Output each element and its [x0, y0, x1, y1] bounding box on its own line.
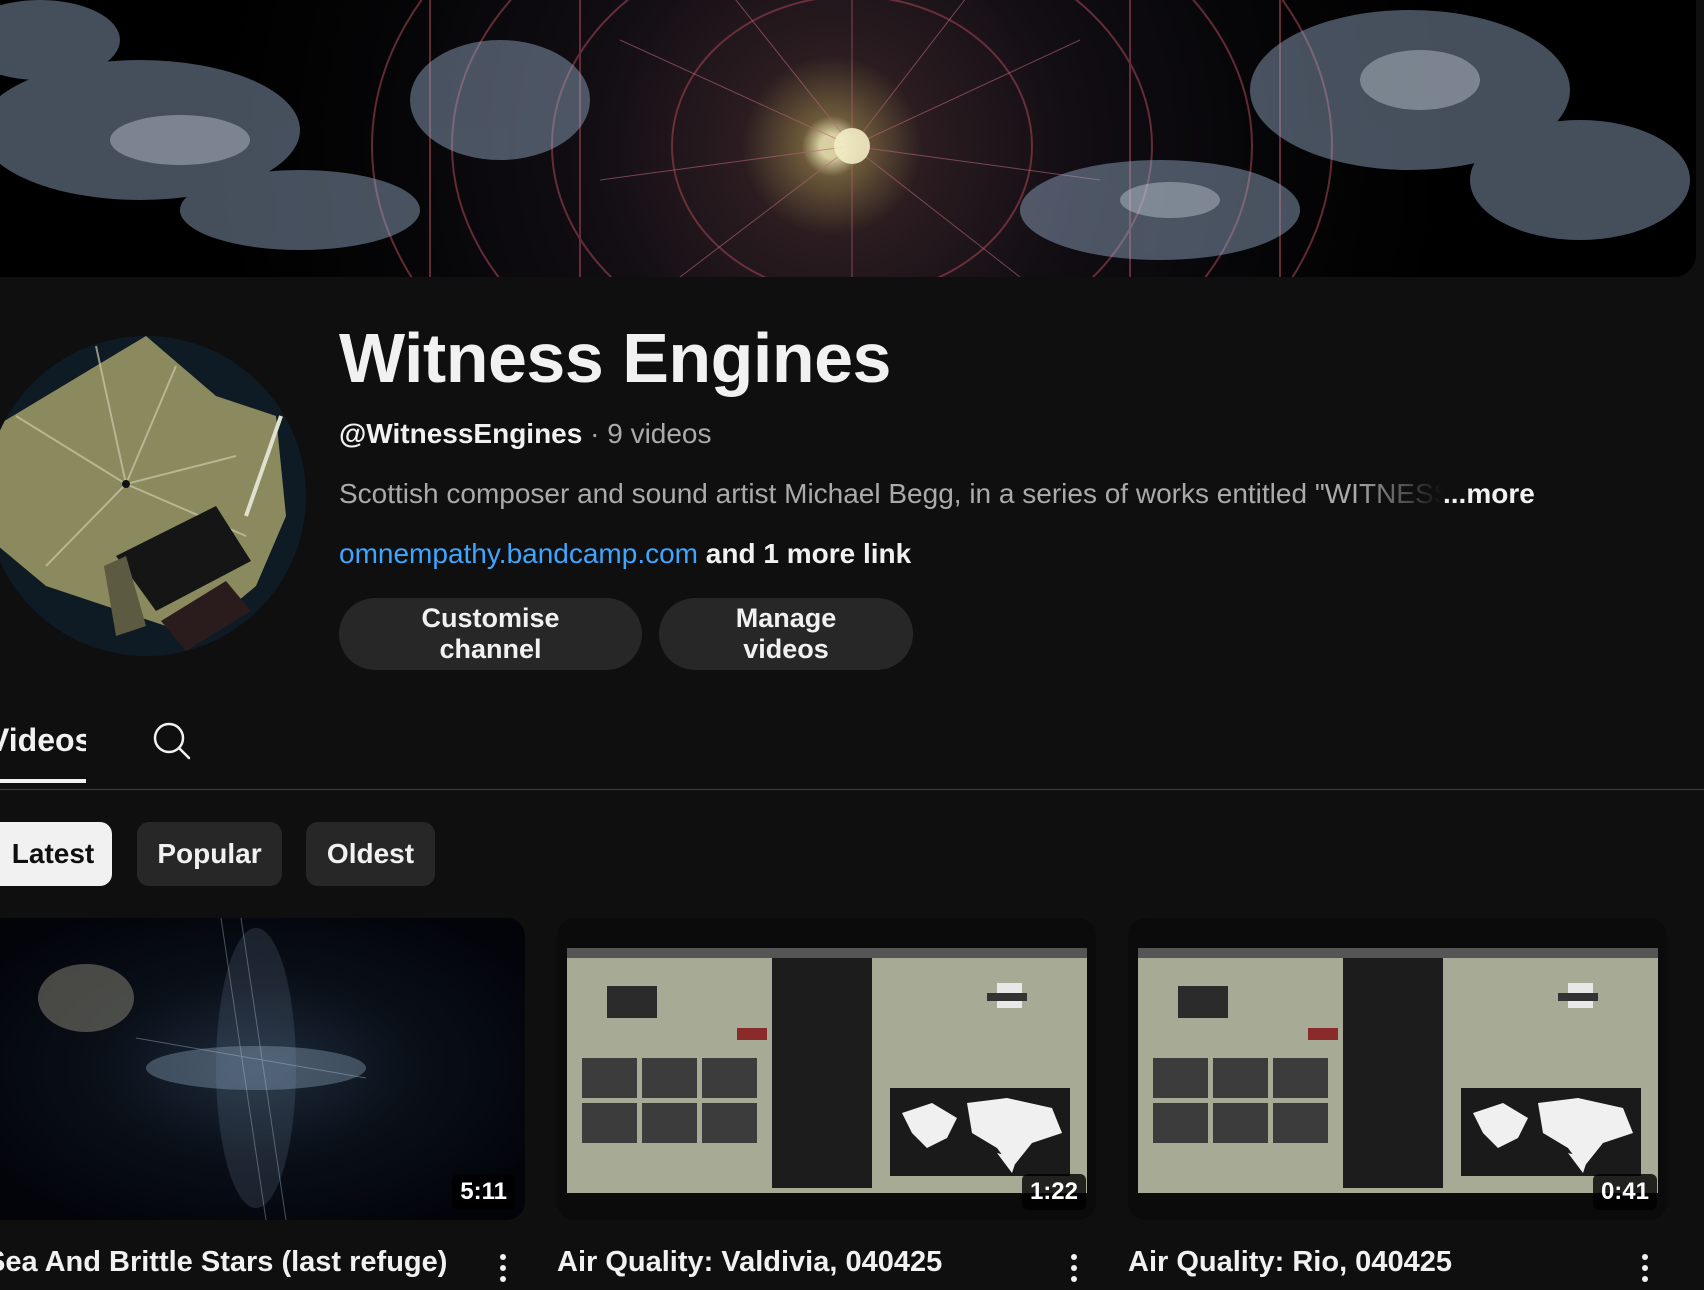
- sort-chip-popular[interactable]: Popular: [137, 822, 282, 886]
- more-links-button[interactable]: and 1 more link: [698, 538, 911, 569]
- video-title[interactable]: Air Quality: Valdivia, 040425: [557, 1246, 1027, 1279]
- tab-videos[interactable]: Videos: [0, 722, 86, 783]
- thumbnail-image: [567, 948, 1087, 1193]
- video-card[interactable]: 5:11 Sea And Brittle Stars (last refuge): [0, 918, 525, 1282]
- video-duration: 0:41: [1592, 1174, 1657, 1210]
- video-thumbnail[interactable]: 1:22: [557, 918, 1096, 1220]
- channel-name: Witness Engines: [339, 319, 892, 397]
- banner-art: [0, 0, 1690, 277]
- customise-channel-button[interactable]: Customise channel: [339, 598, 642, 670]
- video-card[interactable]: 0:41 Air Quality: Rio, 040425: [1128, 918, 1667, 1282]
- description-more-link[interactable]: ...more: [1443, 478, 1535, 509]
- video-card[interactable]: 1:22 Air Quality: Valdivia, 040425: [557, 918, 1096, 1282]
- video-title[interactable]: Air Quality: Rio, 040425: [1128, 1246, 1598, 1279]
- meta-separator: ·: [582, 418, 608, 449]
- avatar-image: [0, 336, 306, 656]
- sort-chip-latest[interactable]: Latest: [0, 822, 112, 886]
- video-duration: 1:22: [1021, 1174, 1086, 1210]
- thumbnail-image: [1138, 948, 1658, 1193]
- channel-description[interactable]: Scottish composer and sound artist Micha…: [339, 478, 1443, 510]
- channel-links: omnempathy.bandcamp.com and 1 more link: [339, 538, 911, 570]
- channel-banner: [0, 0, 1696, 277]
- video-thumbnail[interactable]: 5:11: [0, 918, 525, 1220]
- thumbnail-image: [38, 918, 367, 1220]
- channel-handle: @WitnessEngines: [339, 418, 583, 449]
- manage-videos-button[interactable]: Manage videos: [659, 598, 913, 670]
- video-thumbnail[interactable]: 0:41: [1128, 918, 1667, 1220]
- channel-avatar[interactable]: [0, 336, 306, 656]
- more-options-icon[interactable]: [1633, 1250, 1657, 1290]
- video-title[interactable]: Sea And Brittle Stars (last refuge): [0, 1246, 456, 1279]
- channel-tabs: Videos: [0, 705, 1704, 790]
- sort-chip-oldest[interactable]: Oldest: [306, 822, 435, 886]
- channel-meta: @WitnessEngines · 9 videos: [339, 418, 712, 450]
- more-options-icon[interactable]: [1062, 1250, 1086, 1290]
- channel-description-row[interactable]: Scottish composer and sound artist Micha…: [339, 478, 1535, 510]
- video-duration: 5:11: [452, 1174, 515, 1210]
- more-options-icon[interactable]: [491, 1250, 515, 1290]
- search-icon[interactable]: [152, 721, 192, 761]
- channel-link-bandcamp[interactable]: omnempathy.bandcamp.com: [339, 538, 698, 569]
- video-count: 9 videos: [607, 418, 712, 449]
